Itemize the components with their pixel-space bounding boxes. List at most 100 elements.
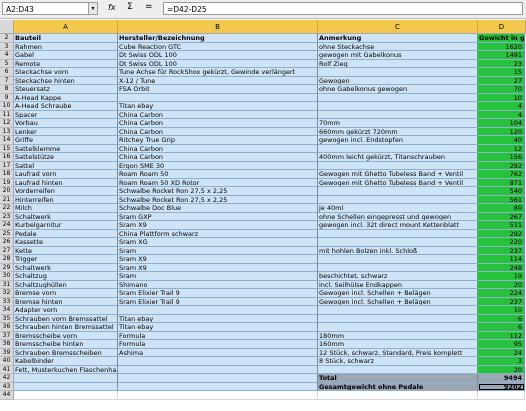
select-all-corner[interactable]	[0, 20, 14, 34]
cell-d[interactable]: 120	[478, 127, 525, 136]
empty-cell[interactable]	[118, 391, 318, 400]
cell-d[interactable]: 6	[478, 323, 525, 332]
row-number[interactable]: 2	[0, 34, 14, 43]
cell-b[interactable]	[118, 374, 318, 383]
cell-c[interactable]: Gewogen mit Ghetto Tubeless Band + Venti…	[318, 170, 478, 179]
cell-c[interactable]	[318, 255, 478, 264]
cell-c[interactable]: 180mm	[318, 331, 478, 340]
cell-b[interactable]: China Carbon	[118, 127, 318, 136]
cell-a[interactable]: Schrauben Bremsscheiben	[14, 348, 118, 357]
chevron-down-icon[interactable]: ▾	[88, 2, 98, 15]
cell-c[interactable]: Gewogen incl. Schellen + Belägen	[318, 297, 478, 306]
row-number[interactable]: 15	[0, 144, 14, 153]
cell-a[interactable]: Gabel	[14, 51, 118, 60]
cell-c[interactable]: Total	[318, 374, 478, 383]
cell-c[interactable]: 400mm leicht gekürzt, Titanschrauben	[318, 153, 478, 162]
cell-b[interactable]: Dt Swiss ODL 100	[118, 51, 318, 60]
cell-d[interactable]: 292	[478, 229, 525, 238]
row-number[interactable]: 23	[0, 212, 14, 221]
cell-c[interactable]: gewogen mit Gabelkonus	[318, 51, 478, 60]
row-number[interactable]: 9	[0, 93, 14, 102]
cell-b[interactable]: Tune Achse für RockShox gekürzt, Gewinde…	[118, 68, 318, 77]
cell-c[interactable]	[318, 238, 478, 247]
cell-b[interactable]: Titan ebay	[118, 323, 318, 332]
cell-b[interactable]: Sram Elixier Trail 9	[118, 297, 318, 306]
cell-b[interactable]: China Carbon	[118, 144, 318, 153]
cell-d[interactable]: 20	[478, 365, 525, 374]
cell-b[interactable]	[118, 93, 318, 102]
row-number[interactable]: 3	[0, 42, 14, 51]
cell-d[interactable]: 104	[478, 119, 525, 128]
cell-d[interactable]: 95	[478, 340, 525, 349]
formula-input[interactable]: =D42-D25	[163, 2, 523, 15]
cell-a[interactable]: Sattelstütze	[14, 153, 118, 162]
cell-b[interactable]: Sram Elixier Trail 9	[118, 289, 318, 298]
cell-d[interactable]: 871	[478, 178, 525, 187]
cell-d[interactable]: 3	[478, 357, 525, 366]
row-number[interactable]: 4	[0, 51, 14, 60]
cell-b[interactable]	[118, 357, 318, 366]
row-number[interactable]: 39	[0, 348, 14, 357]
row-number[interactable]: 5	[0, 59, 14, 68]
cell-d[interactable]: 511	[478, 221, 525, 230]
cell-b[interactable]: FSA Orbit	[118, 85, 318, 94]
cell-c[interactable]: incl. Seilhülse Endkappen	[318, 280, 478, 289]
cell-b[interactable]: China Plattform schwarz	[118, 229, 318, 238]
cell-b[interactable]: Titan ebay	[118, 102, 318, 111]
cell-d[interactable]: 112	[478, 331, 525, 340]
cell-c[interactable]: ohne Steckachse	[318, 42, 478, 51]
cell-c[interactable]	[318, 263, 478, 272]
cell-d[interactable]: 156	[478, 153, 525, 162]
cell-d[interactable]: 762	[478, 170, 525, 179]
cell-d[interactable]: 237	[478, 297, 525, 306]
row-number[interactable]: 33	[0, 297, 14, 306]
row-number[interactable]: 8	[0, 85, 14, 94]
cell-b[interactable]: Hersteller/Bezeichnung	[118, 34, 318, 43]
cell-d[interactable]: 70	[478, 85, 525, 94]
cell-d[interactable]: Gewicht in g	[478, 34, 525, 43]
cell-a[interactable]: Fett, Musterkuchen Flaschenhalter	[14, 365, 118, 374]
row-number[interactable]: 20	[0, 187, 14, 196]
row-number[interactable]: 42	[0, 374, 14, 383]
cell-d[interactable]: 10	[478, 306, 525, 315]
cell-b[interactable]: Sram	[118, 272, 318, 281]
cell-d[interactable]: 4	[478, 102, 525, 111]
cell-d[interactable]: 27	[478, 76, 525, 85]
cell-d[interactable]: 19	[478, 272, 525, 281]
column-header-a[interactable]: A	[14, 20, 118, 34]
name-box[interactable]: A2:D43	[2, 2, 96, 15]
cell-a[interactable]: Trigger	[14, 255, 118, 264]
cell-a[interactable]: Bremsscheibe hinten	[14, 340, 118, 349]
cell-c[interactable]: je 40ml	[318, 204, 478, 213]
cell-c[interactable]: ohne Schellen eingepresst und gewogen	[318, 212, 478, 221]
row-number[interactable]: 17	[0, 161, 14, 170]
row-number[interactable]: 31	[0, 280, 14, 289]
cell-c[interactable]	[318, 306, 478, 315]
cell-a[interactable]: Rahmen	[14, 42, 118, 51]
row-number[interactable]: 38	[0, 340, 14, 349]
cell-b[interactable]: Schwalbe Doc Blue	[118, 204, 318, 213]
cell-b[interactable]: Roam Roam 50	[118, 170, 318, 179]
cell-b[interactable]	[118, 365, 318, 374]
cell-a[interactable]: Lenker	[14, 127, 118, 136]
cell-d[interactable]: 9494	[478, 374, 525, 383]
cell-b[interactable]: Ritchey True Grip	[118, 136, 318, 145]
cell-d[interactable]: 4	[478, 110, 525, 119]
cell-a[interactable]: Kette	[14, 246, 118, 255]
cell-b[interactable]: Schwalbe Rocket Ron 27,5 x 2,25	[118, 195, 318, 204]
cell-b[interactable]: Sram GXP	[118, 212, 318, 221]
cell-b[interactable]: Sram	[118, 246, 318, 255]
cell-a[interactable]: Sattelklemme	[14, 144, 118, 153]
cell-a[interactable]: Schrauben hinten Bremssattel	[14, 323, 118, 332]
cell-c[interactable]: gewogen incl. 32t direct mount Kettenbla…	[318, 221, 478, 230]
cell-a[interactable]: Adapter vorn	[14, 306, 118, 315]
cell-d[interactable]: 224	[478, 289, 525, 298]
row-number[interactable]: 30	[0, 272, 14, 281]
cell-c[interactable]	[318, 68, 478, 77]
row-number[interactable]: 36	[0, 323, 14, 332]
cell-c[interactable]: 70mm	[318, 119, 478, 128]
cell-a[interactable]: Schaltzug	[14, 272, 118, 281]
row-number[interactable]: 14	[0, 136, 14, 145]
sigma-icon[interactable]: Σ	[127, 2, 133, 12]
cell-a[interactable]: Schaltwerk	[14, 263, 118, 272]
